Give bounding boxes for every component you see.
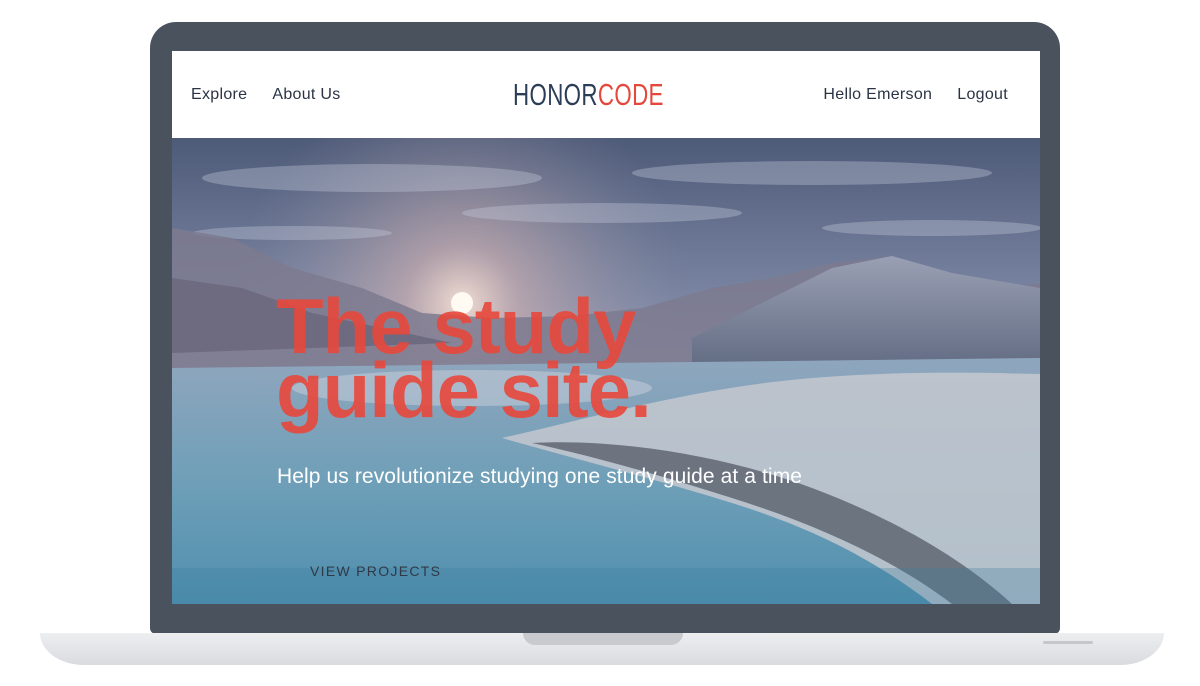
nav-link-logout[interactable]: Logout bbox=[957, 86, 1008, 104]
nav-greeting-user[interactable]: Hello Emerson bbox=[823, 86, 932, 104]
laptop-hinge-notch bbox=[523, 633, 683, 645]
nav-link-explore[interactable]: Explore bbox=[191, 86, 247, 104]
nav-link-about-us[interactable]: About Us bbox=[272, 86, 340, 104]
hero-headline-line-2: guide site. bbox=[276, 346, 652, 434]
logo-code-text: CODE bbox=[597, 77, 664, 112]
logo-honor-text: HONOR bbox=[513, 77, 598, 112]
site-logo[interactable]: HONORCODE bbox=[513, 77, 664, 113]
hero-subheading: Help us revolutionize studying one study… bbox=[277, 465, 803, 488]
nav-left-group: Explore About Us bbox=[191, 86, 341, 104]
laptop-led-slot bbox=[1043, 641, 1093, 644]
hero-headline: The study guide site. bbox=[276, 287, 652, 429]
top-navbar: Explore About Us HONORCODE Hello Emerson… bbox=[172, 51, 1040, 138]
view-projects-button[interactable]: VIEW PROJECTS bbox=[310, 563, 441, 579]
nav-right-group: Hello Emerson Logout bbox=[823, 86, 1008, 104]
hero-section: The study guide site. Help us revolutioni… bbox=[172, 138, 1040, 604]
laptop-screen: Explore About Us HONORCODE Hello Emerson… bbox=[172, 51, 1040, 604]
